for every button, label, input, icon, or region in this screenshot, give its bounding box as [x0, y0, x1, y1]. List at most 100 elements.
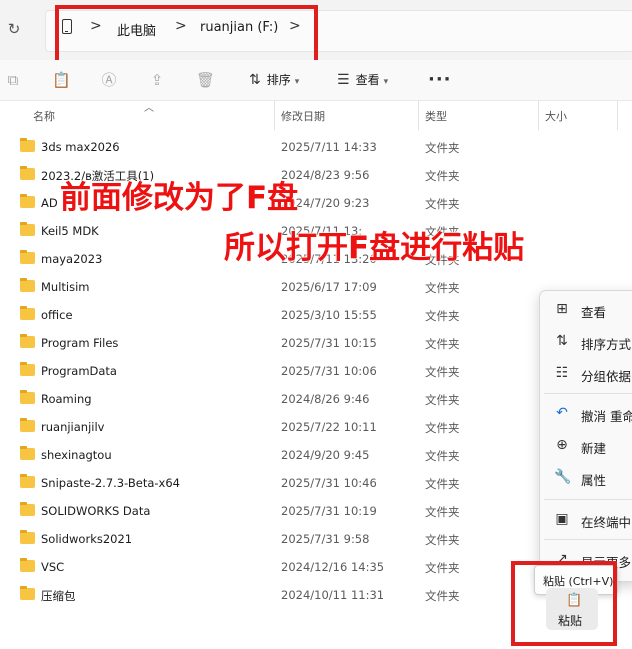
- menu-item-new[interactable]: ⊕ 新建: [540, 431, 632, 461]
- terminal-icon: ▣: [555, 511, 569, 527]
- menu-item-group[interactable]: ☷ 分组依据: [540, 359, 632, 389]
- folder-icon: [20, 390, 35, 404]
- folder-icon: [20, 278, 35, 292]
- more-options-icon[interactable]: ···: [428, 69, 452, 90]
- file-row[interactable]: 3ds max2026 2025/7/11 14:33 文件夹: [0, 133, 632, 161]
- column-divider[interactable]: [617, 100, 618, 130]
- file-name: Keil5 MDK: [41, 224, 99, 238]
- folder-icon: [20, 558, 35, 572]
- column-date[interactable]: 修改日期: [281, 108, 325, 124]
- file-date: 2024/8/26 9:46: [281, 392, 370, 406]
- file-row[interactable]: Solidworks2021 2025/7/31 9:58 文件夹: [0, 525, 632, 553]
- file-date: 2024/12/16 14:35: [281, 560, 385, 574]
- file-row[interactable]: ruanjianjilv 2025/7/22 10:11 文件夹: [0, 413, 632, 441]
- new-icon: ⊕: [556, 437, 568, 453]
- file-row[interactable]: Roaming 2024/8/26 9:46 文件夹: [0, 385, 632, 413]
- file-row[interactable]: shexinagtou 2024/9/20 9:45 文件夹: [0, 441, 632, 469]
- file-date: 2025/7/31 10:46: [281, 476, 377, 490]
- file-date: 2024/10/11 11:31: [281, 588, 385, 602]
- menu-item-properties[interactable]: 🔧 属性: [540, 463, 632, 493]
- file-row[interactable]: SOLIDWORKS Data 2025/7/31 10:19 文件夹: [0, 497, 632, 525]
- folder-icon: [20, 418, 35, 432]
- file-type: 文件夹: [425, 141, 460, 155]
- file-type: 文件夹: [425, 365, 460, 379]
- context-menu: ⊞ 查看 ⇅ 排序方式 ☷ 分组依据 ↶ 撤消 重命 ⊕ 新建 🔧 属性 ▣ 在终端中 ↗ 显示…: [539, 290, 632, 582]
- rename-icon[interactable]: Ⓐ: [100, 71, 118, 89]
- menu-item-undo[interactable]: ↶ 撤消 重命: [540, 399, 632, 429]
- file-type: 文件夹: [425, 393, 460, 407]
- file-name: 压缩包: [41, 589, 76, 603]
- menu-item-view[interactable]: ⊞ 查看: [540, 295, 632, 325]
- file-type: 文件夹: [425, 169, 460, 183]
- file-type: 文件夹: [425, 561, 460, 575]
- delete-icon[interactable]: 🗑: [196, 71, 215, 89]
- folder-icon: [20, 446, 35, 460]
- column-name[interactable]: 名称: [33, 108, 55, 124]
- folder-icon: [20, 334, 35, 348]
- file-date: 2025/3/10 15:55: [281, 308, 377, 322]
- file-name: Program Files: [41, 336, 119, 350]
- share-icon[interactable]: ⇪: [148, 71, 166, 89]
- annotation-line-2: 所以打开F盘进行粘贴: [223, 230, 525, 267]
- folder-icon: [20, 530, 35, 544]
- file-type: 文件夹: [425, 533, 460, 547]
- file-name: office: [41, 308, 73, 322]
- file-date: 2025/6/17 17:09: [281, 280, 377, 294]
- file-name: ProgramData: [41, 364, 117, 378]
- folder-icon: [20, 194, 35, 208]
- column-size[interactable]: 大小: [545, 108, 567, 124]
- file-type: 文件夹: [425, 337, 460, 351]
- view-icon: ☰: [337, 72, 350, 88]
- view-button[interactable]: ☰ 查看 ▾: [337, 71, 388, 89]
- menu-item-sort[interactable]: ⇅ 排序方式: [540, 327, 632, 357]
- file-date: 2025/7/22 10:11: [281, 420, 377, 434]
- file-row[interactable]: ProgramData 2025/7/31 10:06 文件夹: [0, 357, 632, 385]
- folder-icon: [20, 222, 35, 236]
- menu-separator: [544, 539, 632, 540]
- folder-icon: [20, 586, 35, 600]
- file-date: 2025/7/31 10:06: [281, 364, 377, 378]
- file-row[interactable]: Multisim 2025/6/17 17:09 文件夹: [0, 273, 632, 301]
- chevron-down-icon: ▾: [294, 77, 300, 87]
- file-type: 文件夹: [425, 197, 460, 211]
- folder-icon: [20, 306, 35, 320]
- file-date: 2025/7/31 10:19: [281, 504, 377, 518]
- menu-item-terminal[interactable]: ▣ 在终端中: [540, 505, 632, 535]
- column-divider[interactable]: [538, 100, 539, 130]
- file-name: maya2023: [41, 252, 103, 266]
- wrench-icon: 🔧: [554, 469, 572, 485]
- undo-icon: ↶: [556, 405, 568, 421]
- folder-icon: [20, 502, 35, 516]
- file-row[interactable]: office 2025/3/10 15:55 文件夹: [0, 301, 632, 329]
- file-name: ruanjianjilv: [41, 420, 105, 434]
- menu-separator: [544, 393, 632, 394]
- file-type: 文件夹: [425, 421, 460, 435]
- file-type: 文件夹: [425, 281, 460, 295]
- sort-icon: ⇅: [249, 72, 261, 88]
- file-row[interactable]: Program Files 2025/7/31 10:15 文件夹: [0, 329, 632, 357]
- file-name: shexinagtou: [41, 448, 112, 462]
- column-type[interactable]: 类型: [425, 108, 447, 124]
- cut-icon[interactable]: ⧉: [4, 71, 22, 89]
- column-divider[interactable]: [418, 100, 419, 130]
- file-name: AD: [41, 196, 58, 210]
- file-name: Solidworks2021: [41, 532, 133, 546]
- file-type: 文件夹: [425, 449, 460, 463]
- sort-button[interactable]: ⇅ 排序 ▾: [249, 71, 299, 89]
- file-date: 2025/7/11 14:33: [281, 140, 377, 154]
- file-type: 文件夹: [425, 477, 460, 491]
- menu-separator: [544, 499, 632, 500]
- paste-icon[interactable]: 📋: [52, 71, 71, 89]
- file-name: Roaming: [41, 392, 92, 406]
- refresh-icon[interactable]: ↻: [6, 21, 22, 37]
- file-name: 3ds max2026: [41, 140, 120, 154]
- folder-icon: [20, 250, 35, 264]
- file-row[interactable]: Snipaste-2.7.3-Beta-x64 2025/7/31 10:46 文件…: [0, 469, 632, 497]
- file-type: 文件夹: [425, 505, 460, 519]
- file-date: 2025/7/31 9:58: [281, 532, 370, 546]
- command-bar: ⧉ 📋 Ⓐ ⇪ 🗑 ⇅ 排序 ▾ ☰ 查看 ▾ ···: [0, 60, 632, 101]
- annotation-line-1: 前面修改为了F盘: [59, 180, 299, 217]
- column-divider[interactable]: [274, 100, 275, 130]
- file-date: 2024/9/20 9:45: [281, 448, 370, 462]
- grid-icon: ⊞: [556, 301, 568, 317]
